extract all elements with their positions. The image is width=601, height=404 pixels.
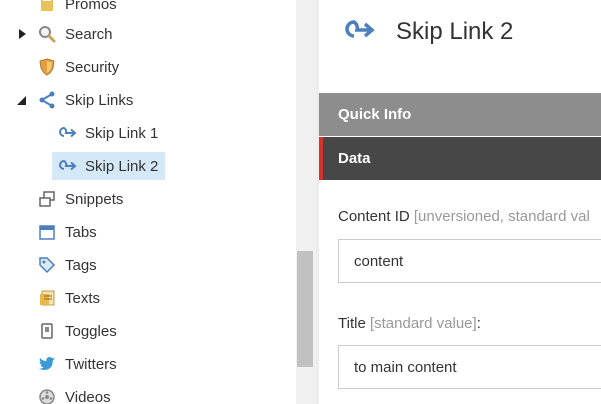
- field-label-suffix: :: [476, 315, 481, 332]
- tree-item-skip-link-1[interactable]: Skip Link 1: [57, 119, 158, 147]
- skip-link-icon: [341, 17, 377, 48]
- tree-item-tags[interactable]: Tags: [37, 251, 97, 279]
- tree-item-twitters[interactable]: Twitters: [37, 350, 117, 378]
- title-input[interactable]: to main content: [338, 345, 601, 389]
- input-value: content: [354, 252, 404, 270]
- tree-item-label: Security: [65, 58, 120, 76]
- search-icon: [37, 24, 57, 44]
- tree-scrollbar-thumb[interactable]: [297, 251, 313, 367]
- content-id-input[interactable]: content: [338, 239, 601, 283]
- tree-item-label: Videos: [65, 388, 111, 404]
- snippets-icon: [37, 189, 57, 209]
- field-label-text: Content ID: [338, 208, 410, 225]
- tree-item-skip-links[interactable]: Skip Links: [37, 86, 133, 114]
- tree-item-label: Tags: [65, 256, 97, 274]
- section-label: Data: [338, 150, 371, 167]
- tree-item-label: Toggles: [65, 322, 117, 340]
- toggle-icon: [37, 321, 57, 341]
- expand-arrow-icon[interactable]: [17, 29, 27, 39]
- field-hint: [standard value]: [369, 315, 477, 332]
- field-label-text: Title: [338, 315, 366, 332]
- page-title: Skip Link 2: [396, 18, 514, 45]
- tree-item-label: Skip Links: [65, 91, 134, 109]
- texts-icon: [37, 288, 57, 308]
- tree-item-security[interactable]: Security: [37, 53, 119, 81]
- tree-item-label: Search: [65, 25, 113, 43]
- promo-icon: [37, 0, 57, 14]
- skip-link-icon: [57, 123, 77, 143]
- tree-item-texts[interactable]: Texts: [37, 284, 100, 312]
- shield-icon: [37, 57, 57, 77]
- twitter-icon: [37, 354, 57, 374]
- content-tree: Promos Search Security Skip Links Skip L…: [0, 0, 296, 404]
- tree-item-label: Snippets: [65, 190, 124, 208]
- tree-item-tabs[interactable]: Tabs: [37, 218, 97, 246]
- section-data[interactable]: Data: [319, 137, 601, 180]
- tree-item-skip-link-2[interactable]: Skip Link 2: [52, 152, 166, 180]
- collapse-arrow-icon[interactable]: [16, 95, 26, 105]
- section-quick-info[interactable]: Quick Info: [319, 93, 601, 136]
- tree-item-label: Skip Link 2: [85, 157, 159, 175]
- tree-item-label: Promos: [65, 0, 117, 13]
- share-icon: [37, 90, 57, 110]
- content-id-label: Content ID [unversioned, standard val: [338, 208, 590, 225]
- tree-item-label: Texts: [65, 289, 101, 307]
- tree-item-label: Twitters: [65, 355, 117, 373]
- tree-item-promos[interactable]: Promos: [37, 0, 117, 18]
- tree-item-toggles[interactable]: Toggles: [37, 317, 117, 345]
- title-label: Title [standard value]:: [338, 315, 481, 332]
- video-icon: [37, 387, 57, 404]
- item-editor: Skip Link 2 Quick Info Data Content ID […: [319, 0, 601, 404]
- tag-icon: [37, 255, 57, 275]
- input-value: to main content: [354, 358, 457, 376]
- section-label: Quick Info: [338, 106, 412, 123]
- tabs-icon: [37, 222, 57, 242]
- skip-link-icon: [57, 156, 77, 176]
- field-hint: [unversioned, standard val: [413, 208, 590, 225]
- tree-item-search[interactable]: Search: [37, 20, 113, 48]
- tree-item-snippets[interactable]: Snippets: [37, 185, 123, 213]
- tree-item-videos[interactable]: Videos: [37, 383, 111, 404]
- tree-item-label: Skip Link 1: [85, 124, 159, 142]
- tree-item-label: Tabs: [65, 223, 97, 241]
